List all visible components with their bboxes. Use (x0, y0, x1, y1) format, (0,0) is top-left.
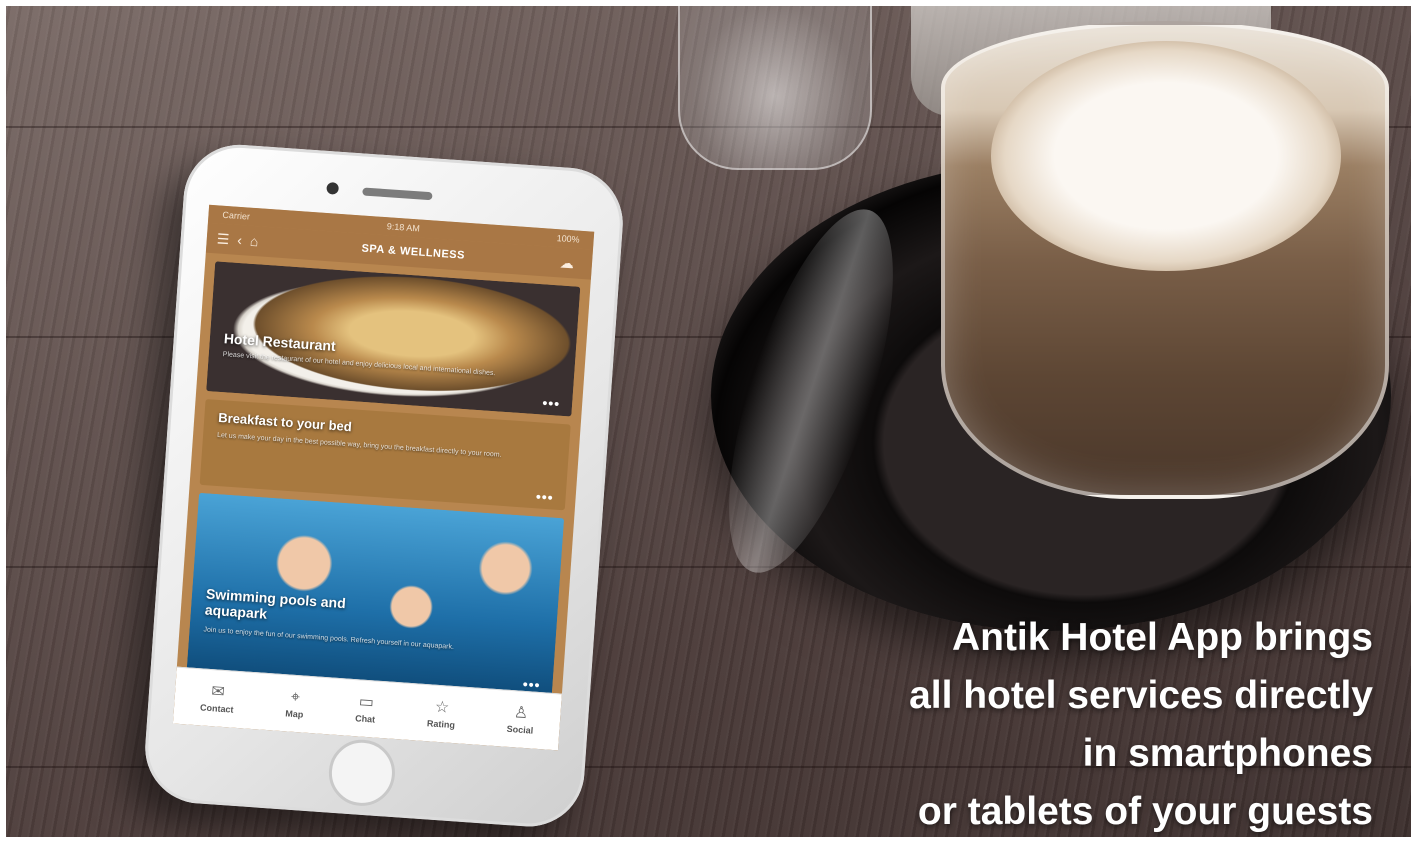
caption-line: or tablets of your guests (917, 790, 1373, 833)
card-swimming-pools[interactable]: Swimming pools and aquapark Join us to e… (186, 492, 565, 698)
phone-body: Carrier 9:18 AM 100% ☰ ‹ ⌂ SPA & WELLNES… (141, 141, 627, 831)
water-glass (678, 6, 872, 170)
tab-map[interactable]: ⌖ Map (285, 688, 305, 720)
card-hotel-restaurant[interactable]: Hotel Restaurant Please visit the restau… (206, 261, 581, 417)
cloud-icon: ☁ (559, 253, 575, 271)
home-button[interactable] (326, 737, 398, 809)
home-icon[interactable]: ⌂ (249, 233, 259, 250)
star-icon: ☆ (434, 698, 450, 717)
card-title: Swimming pools and aquapark (204, 585, 347, 622)
smartphone: Carrier 9:18 AM 100% ☰ ‹ ⌂ SPA & WELLNES… (141, 141, 637, 831)
tab-label: Contact (199, 702, 234, 715)
caption-line: in smartphones (1082, 732, 1373, 775)
more-icon[interactable]: ••• (542, 395, 561, 412)
tab-chat[interactable]: ▭ Chat (355, 693, 377, 724)
status-battery: 100% (556, 233, 580, 245)
tab-rating[interactable]: ☆ Rating (427, 698, 457, 730)
tab-label: Map (285, 708, 304, 720)
status-carrier: Carrier (222, 209, 251, 222)
phone-screen: Carrier 9:18 AM 100% ☰ ‹ ⌂ SPA & WELLNES… (172, 204, 595, 751)
status-time: 9:18 AM (386, 221, 421, 234)
tab-label: Social (506, 723, 534, 736)
card-description: Please visit the restaurant of our hotel… (222, 351, 496, 378)
chat-bubble-icon: ▭ (358, 693, 375, 712)
tab-social[interactable]: ♙ Social (506, 704, 535, 736)
earpiece-speaker (362, 187, 433, 201)
map-pin-icon: ⌖ (290, 688, 301, 707)
chevron-left-icon[interactable]: ‹ (237, 232, 243, 248)
photo-scene: Carrier 9:18 AM 100% ☰ ‹ ⌂ SPA & WELLNES… (6, 6, 1411, 837)
tab-contact[interactable]: ✉ Contact (199, 682, 236, 715)
promo-caption: Antik Hotel App brings all hotel service… (753, 609, 1373, 837)
caption-line: Antik Hotel App brings (951, 616, 1373, 659)
coffee-foam (991, 41, 1341, 271)
caption-line: all hotel services directly (909, 674, 1373, 717)
tab-label: Chat (354, 713, 376, 725)
front-camera (326, 181, 340, 195)
card-breakfast[interactable]: Breakfast to your bed Let us make your d… (199, 398, 571, 511)
tab-label: Rating (426, 718, 456, 731)
person-icon: ♙ (513, 704, 529, 723)
more-icon[interactable]: ••• (535, 488, 554, 505)
card-description: Join us to enjoy the fun of our swimming… (203, 626, 455, 651)
hamburger-icon[interactable]: ☰ (216, 230, 230, 248)
envelope-icon: ✉ (210, 683, 226, 702)
